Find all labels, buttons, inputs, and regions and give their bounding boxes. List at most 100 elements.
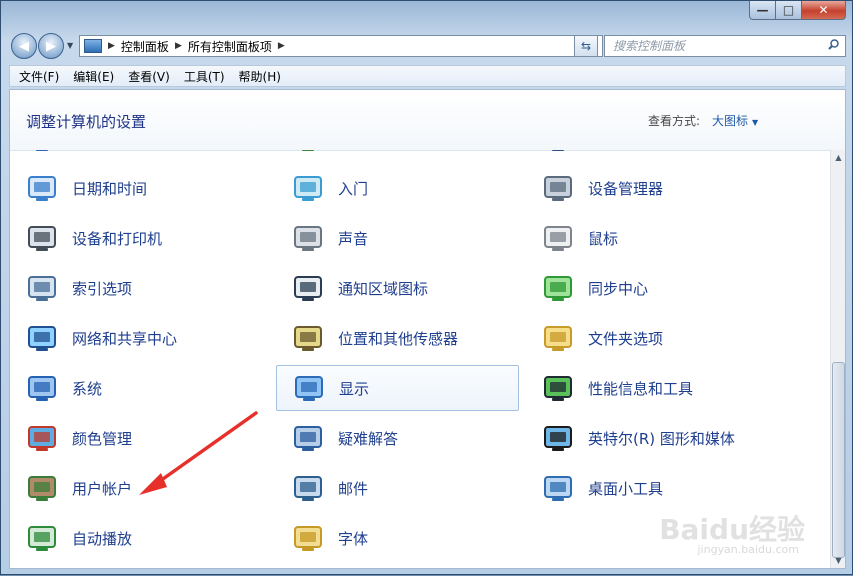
control-panel-item[interactable]: 邮件: [276, 465, 519, 511]
system-icon: [26, 372, 58, 404]
control-panel-item-label: 用户帐户: [72, 479, 133, 498]
device-manager-icon: [542, 172, 574, 204]
control-panel-item-label: 索引选项: [72, 279, 133, 298]
network-icon: [26, 322, 58, 354]
menu-view[interactable]: 查看(V): [123, 68, 175, 85]
calendar-icon: [26, 172, 58, 204]
watermark-url: jingyan.baidu.com: [697, 543, 799, 556]
page-title: 调整计算机的设置: [26, 113, 147, 131]
menu-bar: 文件(F) 编辑(E) 查看(V) 工具(T) 帮助(H): [9, 65, 846, 87]
control-panel-item-label: 英特尔(R) 图形和媒体: [588, 429, 735, 448]
taskbar-icon: [542, 150, 574, 154]
control-panel-item[interactable]: 系统: [10, 365, 253, 411]
sync-icon: [542, 272, 574, 304]
control-panel-item[interactable]: 位置和其他传感器: [276, 315, 519, 361]
control-panel-item[interactable]: 显示: [276, 365, 519, 411]
control-panel-item[interactable]: 鼠标: [526, 215, 769, 261]
history-dropdown-icon[interactable]: ▼: [67, 41, 73, 50]
navigation-bar: ◀ ▶ ▼ ▶ 控制面板 ▶ 所有控制面板项 ▶ ▼ ⇆ 搜索控制面板: [9, 31, 846, 61]
control-panel-item-label: 疑难解答: [338, 429, 399, 448]
control-panel-item[interactable]: 任务栏和「开始」菜单: [526, 150, 769, 161]
control-panel-item-label: 设备管理器: [588, 179, 664, 198]
breadcrumb-all-items[interactable]: 所有控制面板项: [188, 38, 272, 55]
control-panel-item-label: 桌面小工具: [588, 479, 664, 498]
menu-file[interactable]: 文件(F): [14, 68, 64, 85]
mouse-icon: [542, 222, 574, 254]
caption-buttons: — □ ✕: [749, 1, 846, 21]
control-panel-item-label: 声音: [338, 229, 369, 248]
control-panel-item-label: 文件夹选项: [588, 329, 664, 348]
watermark-logo: Baidu经验: [659, 513, 805, 546]
control-panel-item[interactable]: 疑难解答: [276, 415, 519, 461]
view-by-value: 大图标: [712, 114, 749, 128]
back-button[interactable]: ◀: [11, 33, 37, 59]
control-panel-item[interactable]: 索引选项: [10, 265, 253, 311]
content-header: 调整计算机的设置 查看方式: 大图标 ▼: [10, 90, 845, 151]
control-panel-item[interactable]: 区域和语言: [276, 150, 519, 161]
scroll-down-icon[interactable]: ▼: [831, 553, 845, 568]
control-panel-items: 轻松访问中心 区域和语言 任务栏和「开始」菜单 日期和时间 入门 设备管理器 设…: [10, 150, 830, 568]
control-panel-item-label: 性能信息和工具: [588, 379, 694, 398]
breadcrumb-separator-icon[interactable]: ▶: [175, 41, 182, 51]
control-panel-item-label: 通知区域图标: [338, 279, 429, 298]
control-panel-item[interactable]: 桌面小工具: [526, 465, 769, 511]
fonts-icon: [292, 522, 324, 554]
search-placeholder: 搜索控制面板: [613, 39, 686, 53]
control-panel-item[interactable]: 同步中心: [526, 265, 769, 311]
close-button[interactable]: ✕: [802, 1, 846, 20]
control-panel-item[interactable]: 通知区域图标: [276, 265, 519, 311]
view-by-label: 查看方式:: [648, 114, 701, 128]
user-accounts-icon: [26, 472, 58, 504]
control-panel-item[interactable]: 性能信息和工具: [526, 365, 769, 411]
control-panel-item[interactable]: 轻松访问中心: [10, 150, 253, 161]
control-panel-item[interactable]: 入门: [276, 165, 519, 211]
folder-options-icon: [542, 322, 574, 354]
control-panel-item[interactable]: 文件夹选项: [526, 315, 769, 361]
view-by-dropdown[interactable]: 大图标 ▼: [712, 112, 758, 129]
menu-help[interactable]: 帮助(H): [234, 68, 286, 85]
control-panel-item[interactable]: 设备和打印机: [10, 215, 253, 261]
search-icon[interactable]: [828, 39, 839, 50]
breadcrumb-control-panel[interactable]: 控制面板: [121, 38, 169, 55]
address-bar[interactable]: ▶ 控制面板 ▶ 所有控制面板项 ▶ ▼: [79, 35, 603, 57]
breadcrumb-separator-icon[interactable]: ▶: [108, 41, 115, 51]
control-panel-item[interactable]: 声音: [276, 215, 519, 261]
control-panel-item-label: 入门: [338, 179, 369, 198]
speaker-icon: [292, 222, 324, 254]
control-panel-item[interactable]: 用户帐户: [10, 465, 253, 511]
notification-area-icon: [292, 272, 324, 304]
index-magnifier-icon: [26, 272, 58, 304]
mail-icon: [292, 472, 324, 504]
scroll-up-icon[interactable]: ▲: [831, 150, 845, 165]
menu-tools[interactable]: 工具(T): [179, 68, 230, 85]
control-panel-icon: [84, 39, 102, 53]
control-panel-item-label: 自动播放: [72, 529, 133, 548]
control-panel-item-label: 鼠标: [588, 229, 619, 248]
control-panel-window: — □ ✕ ◀ ▶ ▼ ▶ 控制面板 ▶ 所有控制面板项 ▶ ▼ ⇆ 搜索控制面…: [0, 0, 853, 575]
control-panel-item-label: 设备和打印机: [72, 229, 163, 248]
control-panel-item[interactable]: 网络和共享中心: [10, 315, 253, 361]
minimize-button[interactable]: —: [749, 1, 776, 20]
search-input[interactable]: 搜索控制面板: [604, 35, 846, 57]
vertical-scrollbar[interactable]: ▲ ▼: [830, 150, 845, 568]
menu-edit[interactable]: 编辑(E): [68, 68, 119, 85]
breadcrumb-separator-icon[interactable]: ▶: [278, 41, 285, 51]
control-panel-item[interactable]: 日期和时间: [10, 165, 253, 211]
control-panel-item-label: 显示: [339, 379, 370, 398]
control-panel-item[interactable]: 颜色管理: [10, 415, 253, 461]
control-panel-item-label: 同步中心: [588, 279, 649, 298]
control-panel-item-label: 颜色管理: [72, 429, 133, 448]
gadgets-icon: [542, 472, 574, 504]
control-panel-item[interactable]: 设备管理器: [526, 165, 769, 211]
control-panel-item-label: 邮件: [338, 479, 369, 498]
control-panel-item[interactable]: 英特尔(R) 图形和媒体: [526, 415, 769, 461]
maximize-button[interactable]: □: [776, 1, 802, 20]
content-pane: 调整计算机的设置 查看方式: 大图标▼ 轻松访问中心 区域和语言 任务栏和「开始…: [9, 89, 846, 569]
refresh-button[interactable]: ⇆: [574, 35, 598, 57]
control-panel-item[interactable]: 字体: [276, 515, 519, 561]
ease-of-access-icon: [26, 150, 58, 154]
forward-button[interactable]: ▶: [38, 33, 64, 59]
scrollbar-thumb[interactable]: [832, 362, 845, 558]
printer-icon: [26, 222, 58, 254]
control-panel-item[interactable]: 自动播放: [10, 515, 253, 561]
